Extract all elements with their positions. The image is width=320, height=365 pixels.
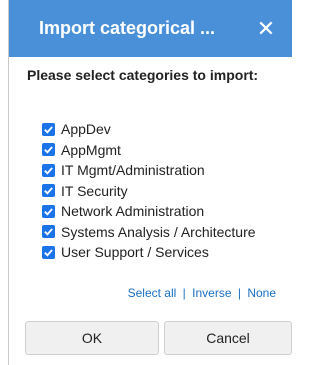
checkbox-checked-icon[interactable] [42, 184, 55, 198]
checkbox-checked-icon[interactable] [42, 122, 55, 136]
category-label: AppMgmt [61, 141, 121, 158]
checkbox-checked-icon[interactable] [42, 204, 55, 218]
category-item[interactable]: User Support / Services [42, 242, 256, 263]
category-label: User Support / Services [61, 244, 209, 261]
cancel-button[interactable]: Cancel [164, 321, 292, 355]
checkbox-checked-icon[interactable] [42, 163, 55, 177]
category-item[interactable]: AppMgmt [42, 140, 256, 161]
selection-links: Select all | Inverse | None [128, 286, 276, 300]
checkbox-checked-icon[interactable] [42, 245, 55, 259]
checkbox-checked-icon[interactable] [42, 225, 55, 239]
category-label: IT Security [61, 182, 128, 199]
ok-button[interactable]: OK [25, 321, 159, 355]
checkbox-checked-icon[interactable] [42, 143, 55, 157]
category-item[interactable]: Systems Analysis / Architecture [42, 222, 256, 243]
dialog-titlebar: Import categorical ... ✕ [9, 0, 292, 57]
category-item[interactable]: AppDev [42, 119, 256, 140]
category-label: IT Mgmt/Administration [61, 162, 205, 179]
link-separator: | [237, 286, 241, 300]
category-item[interactable]: IT Security [42, 181, 256, 202]
dialog-title: Import categorical ... [39, 18, 216, 38]
category-item[interactable]: IT Mgmt/Administration [42, 160, 256, 181]
select-all-link[interactable]: Select all [128, 286, 177, 300]
link-separator: | [182, 286, 186, 300]
close-icon[interactable]: ✕ [254, 16, 278, 41]
import-categorical-dialog: Import categorical ... ✕ Please select c… [8, 0, 292, 365]
select-categories-prompt: Please select categories to import: [27, 67, 259, 83]
inverse-link[interactable]: Inverse [192, 286, 231, 300]
category-list: AppDev AppMgmt IT Mgmt/Administration IT… [42, 119, 256, 263]
category-item[interactable]: Network Administration [42, 201, 256, 222]
none-link[interactable]: None [247, 286, 276, 300]
category-label: Network Administration [61, 203, 205, 220]
category-label: AppDev [61, 121, 111, 138]
category-label: Systems Analysis / Architecture [61, 223, 256, 240]
